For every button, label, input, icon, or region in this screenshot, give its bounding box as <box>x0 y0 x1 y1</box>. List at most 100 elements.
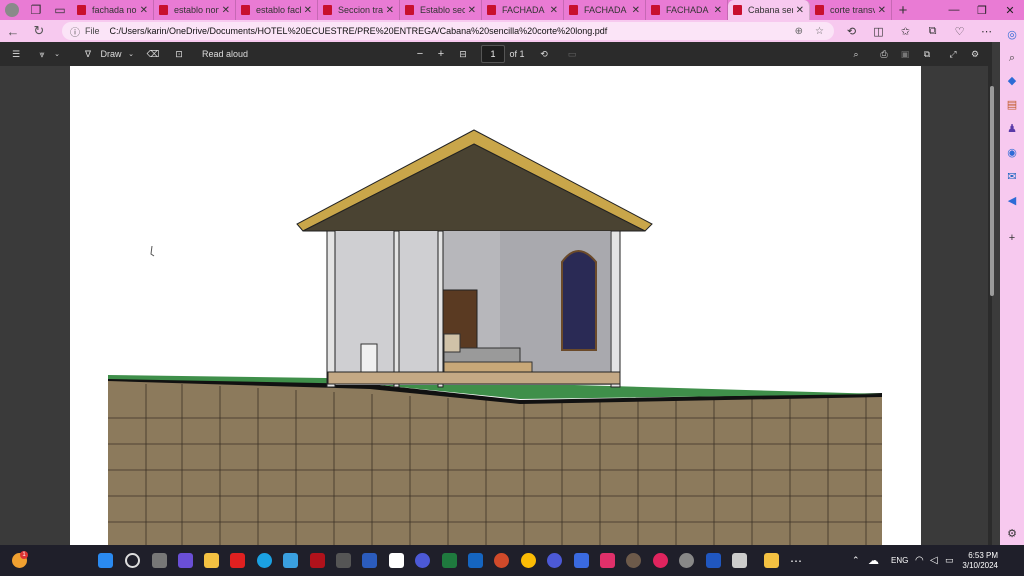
browser-essentials-icon[interactable]: ♡ <box>946 25 973 38</box>
pdf-settings-icon[interactable]: ⚙ <box>968 42 982 66</box>
powerpoint-icon[interactable] <box>494 553 509 568</box>
language-indicator[interactable]: ENG <box>891 545 908 576</box>
chrome-icon[interactable] <box>521 553 536 568</box>
save-as-icon[interactable]: ⧉ <box>920 42 934 66</box>
draw-label[interactable]: Draw <box>98 42 124 66</box>
contents-icon[interactable]: ☰ <box>8 42 24 66</box>
minimize-button[interactable]: — <box>940 4 968 17</box>
store-icon[interactable] <box>283 553 298 568</box>
outlook-icon[interactable]: ✉ <box>1004 168 1020 184</box>
favorite-star-icon[interactable]: ☆ <box>815 26 824 37</box>
two-page-icon[interactable]: ▭ <box>565 42 579 66</box>
edge-icon[interactable] <box>257 553 272 568</box>
save-icon[interactable]: ▣ <box>898 42 912 66</box>
new-tab-button[interactable]: + <box>892 2 914 19</box>
sidebar-settings-icon[interactable]: ⚙ <box>1004 525 1020 541</box>
task-view-icon[interactable] <box>152 553 167 568</box>
eraser-icon[interactable]: ⌫ <box>145 42 161 66</box>
close-tab-icon[interactable]: ✕ <box>878 5 886 16</box>
close-tab-icon[interactable]: ✕ <box>714 5 722 16</box>
add-sidebar-app-icon[interactable]: + <box>1004 230 1020 246</box>
copilot-icon[interactable]: ◎ <box>1004 26 1020 42</box>
sketch-app-icon[interactable] <box>574 553 589 568</box>
battery-icon[interactable]: ▭ <box>945 545 954 576</box>
wifi-icon[interactable]: ◠ <box>915 545 924 576</box>
close-tab-icon[interactable]: ✕ <box>304 5 312 16</box>
tab-5[interactable]: FACHADA NORTE✕ <box>482 0 564 20</box>
page-view-icon[interactable]: ⊡ <box>171 42 187 66</box>
close-tab-icon[interactable]: ✕ <box>632 5 640 16</box>
tab-7[interactable]: FACHADA OESTE✕ <box>646 0 728 20</box>
close-tab-icon[interactable]: ✕ <box>140 5 148 16</box>
highlight-dropdown-icon[interactable]: ⌄ <box>52 42 62 66</box>
rotate-icon[interactable]: ⟲ <box>537 42 551 66</box>
tab-8[interactable]: Cabana sencilla✕ <box>728 0 810 20</box>
drop-icon[interactable]: ◀ <box>1004 192 1020 208</box>
print-icon[interactable]: ⎙ <box>877 42 891 66</box>
info-icon[interactable]: ⓘ <box>70 24 80 39</box>
favorites-icon[interactable]: ✩ <box>892 25 919 38</box>
excel-icon[interactable] <box>442 553 457 568</box>
search-taskbar-icon[interactable] <box>125 553 140 568</box>
address-url[interactable]: C:/Users/karin/OneDrive/Documents/HOTEL%… <box>110 26 608 36</box>
more-apps-icon[interactable]: ⋯ <box>790 545 802 576</box>
revit-icon[interactable] <box>706 553 721 568</box>
close-tab-icon[interactable]: ✕ <box>550 5 558 16</box>
close-tab-icon[interactable]: ✕ <box>222 5 230 16</box>
extensions-icon[interactable]: ⟲ <box>838 25 865 38</box>
fit-page-icon[interactable]: ⊟ <box>456 42 470 66</box>
close-tab-icon[interactable]: ✕ <box>468 5 476 16</box>
tab-2[interactable]: establo fachada✕ <box>236 0 318 20</box>
zoom-app-icon[interactable] <box>415 553 430 568</box>
pinterest-icon[interactable] <box>653 553 668 568</box>
tab-actions-icon[interactable]: ▭ <box>48 0 72 20</box>
close-window-button[interactable]: ✕ <box>996 4 1024 17</box>
close-tab-icon[interactable]: ✕ <box>796 5 804 16</box>
amazon-icon[interactable] <box>389 553 404 568</box>
tab-1[interactable]: establo norte✕ <box>154 0 236 20</box>
page-number-input[interactable]: 1 <box>481 42 505 66</box>
fullscreen-icon[interactable]: ⤢ <box>946 42 960 66</box>
close-tab-icon[interactable]: ✕ <box>386 5 394 16</box>
profile-avatar[interactable] <box>5 3 19 17</box>
address-bar[interactable]: ⓘ File C:/Users/karin/OneDrive/Documents… <box>62 22 834 40</box>
refresh-button[interactable]: ↻ <box>26 23 52 39</box>
youtube-icon[interactable] <box>230 553 245 568</box>
tab-4[interactable]: Establo seccion✕ <box>400 0 482 20</box>
tab-0[interactable]: fachada norte✕ <box>72 0 154 20</box>
file-explorer-icon[interactable] <box>204 553 219 568</box>
app-icon[interactable] <box>336 553 351 568</box>
draw-dropdown-icon[interactable]: ⌄ <box>126 42 136 66</box>
tab-3[interactable]: Seccion transv✕ <box>318 0 400 20</box>
search-icon[interactable]: ⌕ <box>849 42 863 66</box>
highlight-icon[interactable]: ⩔ <box>34 42 50 66</box>
photos-icon[interactable] <box>626 553 641 568</box>
maximize-button[interactable]: ❐ <box>968 4 996 17</box>
acrobat-icon[interactable] <box>600 553 615 568</box>
teams-icon[interactable] <box>178 553 193 568</box>
back-button[interactable]: ← <box>0 24 26 39</box>
settings-more-icon[interactable]: ⋯ <box>973 25 1000 38</box>
zoom-in-button[interactable]: + <box>434 42 448 66</box>
microsoft365-icon[interactable]: ◉ <box>1004 144 1020 160</box>
collections-icon[interactable]: ⧉ <box>919 25 946 38</box>
shopping-icon[interactable]: ◆ <box>1004 72 1020 88</box>
draw-icon[interactable]: ∇ <box>80 42 96 66</box>
zoom-meetings-icon[interactable] <box>547 553 562 568</box>
start-windows-icon[interactable] <box>98 553 113 568</box>
read-aloud-button[interactable]: Read aloud <box>200 42 250 66</box>
snipping-icon[interactable] <box>732 553 747 568</box>
zoom-icon[interactable]: ⊕ <box>795 26 803 37</box>
tab-6[interactable]: FACHADA NORTE✕ <box>564 0 646 20</box>
workspaces-icon[interactable]: ❐ <box>24 0 48 20</box>
search-sidebar-icon[interactable]: ⌕ <box>1004 50 1020 66</box>
folder-icon[interactable] <box>764 553 779 568</box>
scrollbar-thumb[interactable] <box>990 86 994 296</box>
onedrive-icon[interactable]: ☁ <box>868 545 879 576</box>
split-screen-icon[interactable]: ◫ <box>865 25 892 38</box>
netflix-icon[interactable] <box>310 553 325 568</box>
word-icon[interactable] <box>362 553 377 568</box>
outlook-taskbar-icon[interactable] <box>468 553 483 568</box>
tab-9[interactable]: corte transv ✕ <box>810 0 892 20</box>
volume-icon[interactable]: ◁ <box>930 545 938 576</box>
